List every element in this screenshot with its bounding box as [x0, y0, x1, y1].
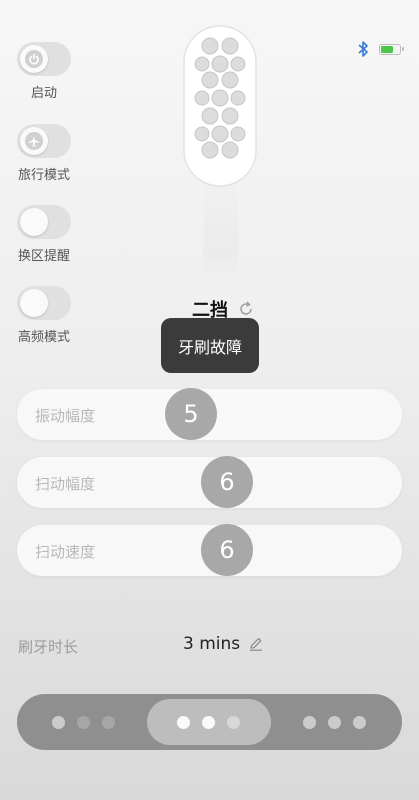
page-2-dots[interactable] [177, 694, 240, 750]
page-1-dots[interactable] [52, 694, 115, 750]
toggle-label: 高频模式 [17, 330, 70, 345]
toggle-knob [20, 127, 48, 155]
start-toggle[interactable] [17, 42, 71, 76]
page-dot [202, 715, 215, 729]
slider-thumb[interactable]: 5 [165, 388, 217, 440]
page-switcher [17, 694, 402, 750]
toggle-item-travel: 旅行模式 [16, 124, 72, 183]
page-3-dots[interactable] [303, 694, 366, 750]
toggle-knob [20, 45, 48, 73]
page-dot [177, 715, 190, 729]
toggle-label: 启动 [30, 86, 57, 101]
toggle-label: 换区提醒 [17, 249, 70, 264]
page-dot [227, 715, 240, 729]
toggle-label: 旅行模式 [17, 168, 70, 183]
page-dot [353, 715, 366, 729]
status-area [357, 40, 404, 58]
edit-icon[interactable] [248, 636, 264, 652]
bluetooth-icon [358, 41, 368, 57]
page-dot [303, 715, 316, 729]
airplane-icon [25, 132, 43, 150]
toggle-knob [20, 208, 48, 236]
page-dot [52, 715, 65, 729]
toggle-knob [20, 289, 48, 317]
slider-label: 扫动速度 [35, 543, 96, 561]
duration-value[interactable]: 3 mins [183, 634, 240, 654]
page-dot [328, 715, 341, 729]
sweep-amplitude-slider[interactable]: 扫动幅度 6 [17, 456, 402, 508]
refresh-icon[interactable] [238, 301, 254, 317]
slider-thumb[interactable]: 6 [201, 456, 253, 508]
toggle-item-start: 启动 [16, 42, 72, 101]
power-icon [25, 50, 43, 68]
battery-fill [381, 45, 393, 53]
battery-icon [379, 43, 404, 55]
zone-reminder-toggle[interactable] [17, 205, 71, 239]
toothbrush-head-image [183, 25, 257, 287]
slider-label: 振动幅度 [35, 407, 96, 425]
slider-thumb[interactable]: 6 [201, 524, 253, 576]
high-frequency-toggle[interactable] [17, 286, 71, 320]
slider-label: 扫动幅度 [35, 475, 96, 493]
vibration-amplitude-slider[interactable]: 振动幅度 5 [17, 388, 402, 440]
sweep-speed-slider[interactable]: 扫动速度 6 [17, 524, 402, 576]
toggle-item-zone-reminder: 换区提醒 [16, 205, 72, 264]
page-dot [77, 715, 90, 729]
toggle-item-high-freq: 高频模式 [16, 286, 72, 345]
duration-label: 刷牙时长 [18, 638, 79, 656]
travel-mode-toggle[interactable] [17, 124, 71, 158]
error-tooltip: 牙刷故障 [161, 318, 259, 373]
page-dot [102, 715, 115, 729]
